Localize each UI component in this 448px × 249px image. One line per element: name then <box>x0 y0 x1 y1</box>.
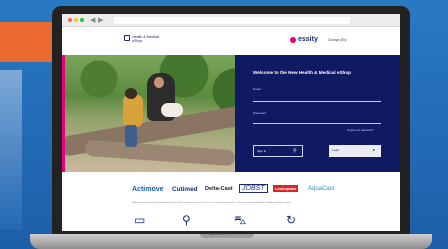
person-icon: ⚲ <box>293 148 297 154</box>
laptop-icon: ▭ <box>134 213 146 227</box>
browser-toolbar: ◀ ▶ <box>62 14 400 27</box>
hero-image <box>65 55 235 172</box>
site-logo[interactable]: Health & Medical eShop <box>132 35 159 43</box>
login-panel: Welcome to the New Health & Medical eSho… <box>235 55 400 172</box>
brand-leukoplast[interactable]: Leukoplast <box>273 185 299 192</box>
laptop-screen: ◀ ▶ Health & Medical eShop essity Change… <box>62 14 400 231</box>
essity-logo-icon <box>290 37 296 43</box>
brand-logos-row: Actimove Cutimed Delta-Cast JOBST Leukop… <box>62 172 400 202</box>
child-figure <box>123 95 143 127</box>
feature-icons-row: ▭ ⚲ ⛍ ↻ <box>62 211 400 231</box>
brand-actimove[interactable]: Actimove <box>132 186 164 193</box>
search-icon: ⚲ <box>182 213 191 227</box>
cart-logo-icon <box>124 35 130 41</box>
address-bar[interactable] <box>114 17 350 24</box>
back-icon[interactable]: ◀ <box>90 16 95 24</box>
footer-text: Welcome to the new Health & Medical eSho… <box>132 202 292 204</box>
site-header: Health & Medical eShop essity Change (EN… <box>62 27 400 55</box>
left-decoration <box>0 70 22 230</box>
close-window-button[interactable] <box>68 18 72 22</box>
maximize-window-button[interactable] <box>80 18 84 22</box>
brand-delta-cast[interactable]: Delta-Cast <box>205 186 233 192</box>
essity-logo[interactable]: essity <box>298 36 318 43</box>
password-label: Password <box>253 111 267 115</box>
forgot-password-link[interactable]: Forgot your password? <box>347 129 374 132</box>
email-label: Email <box>253 87 261 91</box>
forward-icon[interactable]: ▶ <box>98 16 103 24</box>
brand-aquacast[interactable]: AquaCast <box>308 186 334 192</box>
laptop-label: MacBook Pro <box>209 232 228 236</box>
language-selector[interactable]: Change (EN) <box>328 38 347 42</box>
password-field[interactable] <box>253 123 381 124</box>
child-legs <box>125 125 137 147</box>
woman-face <box>154 77 164 88</box>
minimize-window-button[interactable] <box>74 18 78 22</box>
welcome-title: Welcome to the New Health & Medical eSho… <box>253 70 351 75</box>
brand-jobst[interactable]: JOBST <box>239 184 268 193</box>
child-head <box>125 88 137 99</box>
fallen-log-lower <box>84 139 235 167</box>
refresh-icon: ↻ <box>286 213 297 227</box>
email-field[interactable] <box>253 101 381 102</box>
arrow-right-icon: ▸ <box>373 147 376 152</box>
cart-icon: ⛍ <box>234 213 247 227</box>
goat-figure <box>161 103 183 117</box>
brand-cutimed[interactable]: Cutimed <box>172 186 198 193</box>
